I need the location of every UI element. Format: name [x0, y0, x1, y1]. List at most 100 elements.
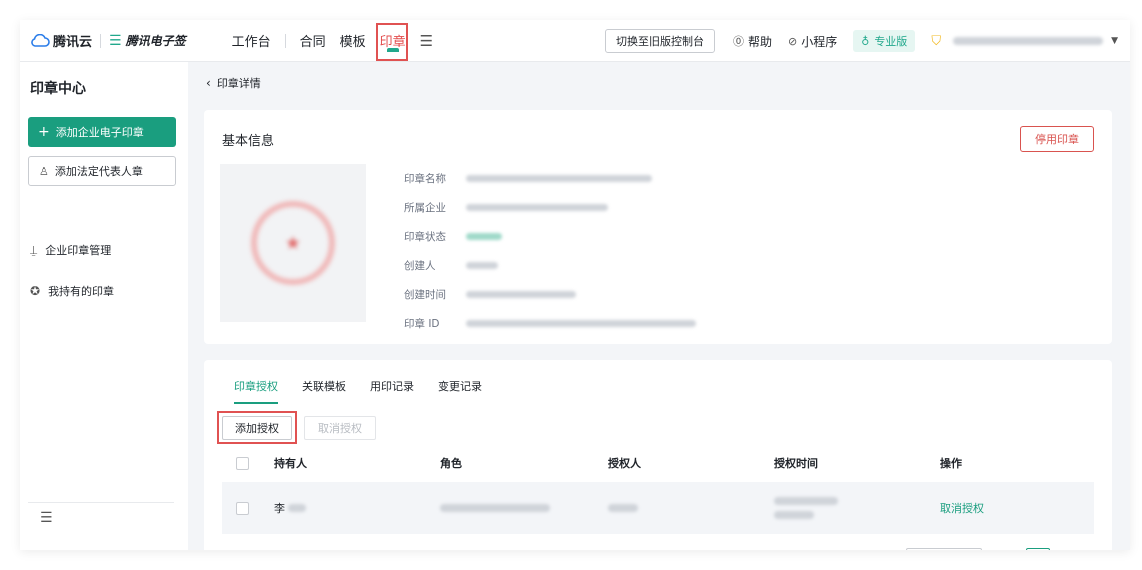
column-header: 角色: [440, 457, 462, 470]
grant-time-redacted: [774, 511, 814, 519]
seal-name-redacted: [466, 175, 652, 182]
grant-time-cell: [774, 482, 838, 534]
nav-item-workbench[interactable]: 工作台: [232, 20, 271, 62]
more-menu-icon[interactable]: ☰: [420, 20, 433, 62]
switch-console-button[interactable]: 切换至旧版控制台: [605, 29, 715, 53]
tab-linked-templates[interactable]: 关联模板: [302, 378, 346, 404]
column-header: 授权人: [608, 457, 641, 470]
row-cancel-auth-link[interactable]: 取消授权: [940, 482, 984, 534]
person-icon: ♙: [39, 164, 49, 178]
brand[interactable]: 腾讯云 ☰ 腾讯电子签: [30, 31, 186, 50]
top-bar: 腾讯云 ☰ 腾讯电子签 工作台 合同 模板 印章 ☰ 切换至旧版控制台 ⓪ 帮助: [20, 20, 1130, 62]
seal-star-icon: ★: [284, 232, 302, 254]
info-row: 创建时间: [404, 280, 696, 309]
collapse-sidebar-icon[interactable]: ☰: [40, 510, 53, 526]
sidebar-item-label: 企业印章管理: [45, 244, 112, 257]
seal-status-redacted: [466, 233, 502, 240]
grant-date-redacted: [774, 497, 838, 505]
holder-name-redacted: [288, 504, 306, 512]
verified-shield-icon: ⛉: [931, 33, 942, 49]
tencent-cloud-icon: [31, 34, 50, 47]
disable-seal-button[interactable]: 停用印章: [1020, 126, 1094, 152]
add-enterprise-seal-button[interactable]: + 添加企业电子印章: [28, 117, 176, 147]
miniprogram-label: 小程序: [801, 34, 838, 49]
chevron-left-icon: ‹: [206, 76, 211, 90]
edition-badge[interactable]: ♁ 专业版: [853, 30, 916, 52]
cancel-auth-button[interactable]: 取消授权: [304, 416, 376, 440]
info-label: 所属企业: [404, 202, 446, 214]
seal-preview: ★: [220, 164, 366, 322]
miniprogram-link[interactable]: ⊘ 小程序: [788, 33, 837, 50]
info-label: 创建人: [404, 260, 436, 272]
holder-name: 李: [274, 502, 285, 515]
brand-esign-name: 腾讯电子签: [125, 34, 186, 48]
nav-item-contract[interactable]: 合同: [300, 20, 326, 62]
stamp-icon: ⍊: [30, 242, 38, 257]
right-tools: 切换至旧版控制台 ⓪ 帮助 ⊘ 小程序 ♁ 专业版 ⛉ ▼: [605, 20, 1130, 62]
column-header: 持有人: [274, 457, 307, 470]
add-legal-seal-label: 添加法定代表人章: [54, 165, 143, 178]
chevron-down-icon[interactable]: ▼: [1111, 36, 1118, 46]
seal-auth-card: 印章授权 关联模板 用印记录 变更记录 添加授权 取消授权 持有人 角色 授权人…: [204, 360, 1112, 550]
add-enterprise-seal-label: 添加企业电子印章: [55, 126, 144, 139]
column-header: 操作: [940, 457, 962, 470]
table-header: 持有人 角色 授权人 授权时间 操作: [222, 446, 1094, 480]
help-label: 帮助: [748, 34, 773, 49]
info-label: 印章名称: [404, 173, 446, 185]
tab-change-records[interactable]: 变更记录: [438, 378, 482, 404]
creator-redacted: [466, 262, 498, 269]
compass-icon: ⊘: [788, 34, 798, 48]
sidebar: 印章中心 + 添加企业电子印章 ♙ 添加法定代表人章 ⍊ 企业印章管理 ✪ 我持…: [20, 62, 188, 550]
row-checkbox[interactable]: [236, 501, 249, 515]
sidebar-divider: [28, 502, 174, 503]
grantor-redacted: [608, 504, 638, 512]
question-icon: ⓪: [733, 35, 744, 48]
sidebar-item-label: 我持有的印章: [48, 285, 115, 298]
nav-divider: [284, 33, 286, 48]
edition-icon: ♁: [861, 34, 870, 48]
nav-item-template[interactable]: 模板: [340, 20, 366, 62]
sidebar-title: 印章中心: [30, 81, 86, 97]
esign-logo-icon: ☰: [109, 32, 122, 49]
star-circle-icon: ✪: [30, 284, 41, 298]
created-time-redacted: [466, 291, 576, 298]
holder-cell: 李: [274, 482, 306, 534]
add-legal-seal-button[interactable]: ♙ 添加法定代表人章: [28, 156, 176, 186]
role-redacted: [440, 504, 550, 512]
page-size-select[interactable]: [906, 548, 982, 550]
sidebar-item-my-seals[interactable]: ✪ 我持有的印章: [30, 283, 114, 299]
seal-image: ★: [251, 201, 335, 285]
info-row: 创建人: [404, 251, 696, 280]
page-title: 印章详情: [216, 77, 261, 90]
brand-divider: [100, 33, 102, 48]
info-row: 所属企业: [404, 193, 696, 222]
back-link[interactable]: ‹ 印章详情: [206, 75, 261, 91]
plus-icon: +: [38, 124, 50, 140]
row-checkbox-cell: [236, 482, 249, 534]
enterprise-redacted: [466, 204, 608, 211]
info-label: 印章状态: [404, 231, 446, 243]
select-all-checkbox[interactable]: [236, 456, 249, 470]
account-name-redacted[interactable]: [953, 37, 1104, 45]
grantor-cell: [608, 482, 638, 534]
info-label: 印章 ID: [404, 318, 440, 330]
tab-seal-auth[interactable]: 印章授权: [234, 378, 278, 404]
app-window: 腾讯云 ☰ 腾讯电子签 工作台 合同 模板 印章 ☰ 切换至旧版控制台 ⓪ 帮助: [20, 20, 1130, 550]
basic-info-title: 基本信息: [222, 134, 275, 149]
sidebar-item-enterprise-seals[interactable]: ⍊ 企业印章管理: [30, 242, 111, 258]
info-row: 印章状态: [404, 222, 696, 251]
info-label: 创建时间: [404, 289, 446, 301]
info-row: 印章 ID: [404, 309, 696, 338]
table-row[interactable]: 李 取消授权: [222, 482, 1094, 534]
basic-info-card: 基本信息 停用印章 ★ 印章名称 所属企业 印章状态 创建人 创建时间 印章 I…: [204, 110, 1112, 344]
tab-usage-records[interactable]: 用印记录: [370, 378, 414, 404]
highlight-box: [375, 22, 408, 61]
info-row: 印章名称: [404, 164, 696, 193]
edition-label: 专业版: [874, 35, 908, 48]
column-header: 授权时间: [774, 457, 818, 470]
seal-info-list: 印章名称 所属企业 印章状态 创建人 创建时间 印章 ID: [404, 164, 696, 338]
pagination-button[interactable]: [1026, 548, 1050, 550]
nav-item-seal[interactable]: 印章: [375, 20, 408, 62]
help-link[interactable]: ⓪ 帮助: [733, 33, 772, 50]
tab-bar: 印章授权 关联模板 用印记录 变更记录: [234, 378, 506, 404]
